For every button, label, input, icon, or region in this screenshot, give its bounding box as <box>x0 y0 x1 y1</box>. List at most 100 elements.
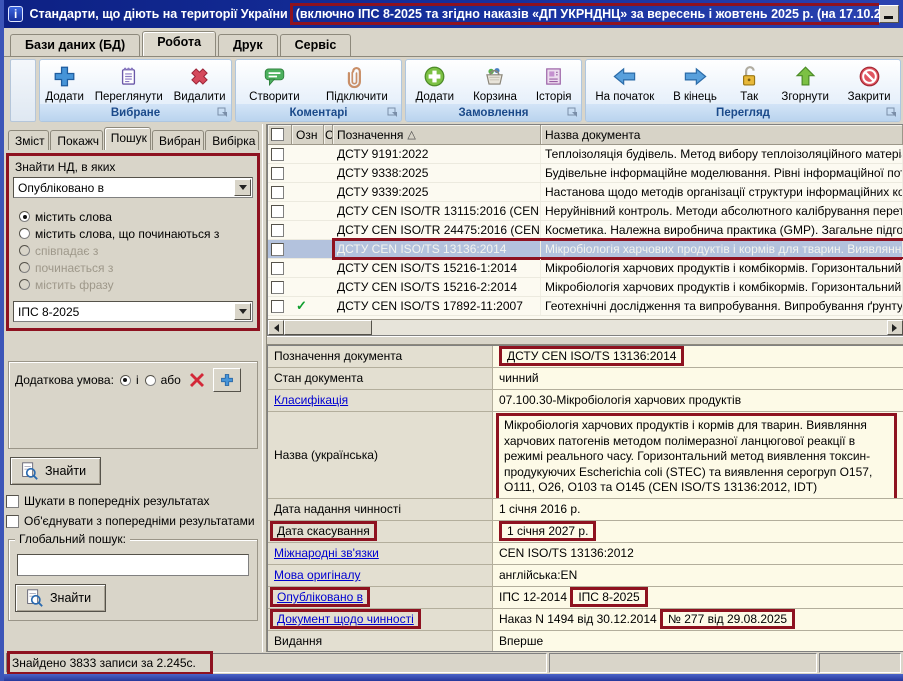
detail-value: ІПС 12-2014 ІПС 8-2025 <box>493 587 903 608</box>
radio-and[interactable]: і <box>120 372 139 389</box>
radio-label: містить слова <box>35 210 112 224</box>
delete-favorite-button[interactable]: Видалити <box>170 62 230 104</box>
scroll-left-icon[interactable] <box>268 320 284 335</box>
ribbon-group-favorites: Додати Переглянути Видалити Вибране <box>39 59 232 122</box>
table-row[interactable]: ✓ДСТУ CEN ISO/TS 17892-11:2007Геотехнічн… <box>268 297 903 316</box>
minimize-button[interactable] <box>879 5 899 23</box>
go-end-button[interactable]: В кінець <box>669 62 721 104</box>
scroll-right-icon[interactable] <box>887 320 903 335</box>
dialog-launcher-icon[interactable] <box>886 107 897 118</box>
header-code[interactable]: Позначення△ <box>333 125 541 144</box>
title-bar: і Стандарти, що діють на території Украї… <box>4 0 903 28</box>
row-checkbox[interactable] <box>268 221 292 239</box>
view-favorite-button[interactable]: Переглянути <box>91 62 167 104</box>
scrollbar-thumb[interactable] <box>284 320 372 335</box>
sidebar-tab-selected[interactable]: Вибран <box>152 130 204 150</box>
find-button[interactable]: Знайти <box>10 457 101 485</box>
button-label: Додати <box>415 91 454 103</box>
attach-comment-button[interactable]: Підключити <box>322 62 392 104</box>
tab-databases[interactable]: Бази даних (БД) <box>10 34 140 56</box>
dialog-launcher-icon[interactable] <box>567 107 578 118</box>
detail-value: 1 січня 2027 р. <box>493 521 903 542</box>
radio-icon <box>19 228 30 239</box>
header-mark[interactable]: Озн <box>292 125 324 144</box>
table-row-selected[interactable]: ДСТУ CEN ISO/TS 13136:2014Мікробіологія … <box>268 240 903 259</box>
checkbox-search-previous[interactable]: Шукати в попередніх результатах <box>6 491 260 511</box>
table-row[interactable]: ДСТУ 9338:2025Будівельне інформаційне мо… <box>268 164 903 183</box>
chevron-down-icon[interactable] <box>234 179 251 196</box>
row-checkbox[interactable] <box>268 183 292 201</box>
dialog-launcher-icon[interactable] <box>217 107 228 118</box>
checkbox-icon <box>271 148 284 161</box>
cell-name: Будівельне інформаційне моделювання. Рів… <box>541 164 903 182</box>
no-entry-icon <box>856 63 883 90</box>
checkbox-union-previous[interactable]: Об'єднувати з попередніми результатами <box>6 511 260 531</box>
validity-document-link[interactable]: Документ щодо чинності <box>277 612 414 626</box>
app-icon: і <box>8 6 23 22</box>
field-select[interactable]: Опубліковано в <box>13 177 253 198</box>
search-panel-annotation: Знайти НД, в яких Опубліковано в містить… <box>6 153 260 331</box>
table-row[interactable]: ДСТУ 9339:2025Настанова щодо методів орг… <box>268 183 903 202</box>
detail-value: Мікробіологія харчових продуктів і кормі… <box>493 412 903 498</box>
extra-condition-label: Додаткова умова: <box>15 373 114 387</box>
row-checkbox[interactable] <box>268 240 292 258</box>
menu-tab-bar: Бази даних (БД) Робота Друк Сервіс <box>4 28 903 56</box>
dialog-launcher-icon[interactable] <box>387 107 398 118</box>
button-label: Видалити <box>174 91 226 103</box>
checkbox-icon <box>6 495 19 508</box>
global-find-button[interactable]: Знайти <box>15 584 106 612</box>
horizontal-scrollbar[interactable] <box>268 319 903 335</box>
row-checkbox[interactable] <box>268 278 292 296</box>
add-order-button[interactable]: Додати <box>411 62 458 104</box>
collapse-button[interactable]: Згорнути <box>777 62 832 104</box>
add-favorite-button[interactable]: Додати <box>41 62 88 104</box>
search-document-icon <box>24 588 44 608</box>
table-row[interactable]: ДСТУ CEN ISO/TS 15216-1:2014Мікробіологі… <box>268 259 903 278</box>
basket-button[interactable]: Корзина <box>469 62 521 104</box>
global-search-input[interactable] <box>17 554 249 576</box>
go-start-button[interactable]: На початок <box>591 62 658 104</box>
radio-contains-words[interactable]: містить слова <box>19 208 253 225</box>
table-row[interactable]: ДСТУ CEN ISO/TR 13115:2016 (CENНеруйнівн… <box>268 202 903 221</box>
table-row[interactable]: ДСТУ CEN ISO/TR 24475:2016 (CENКосметика… <box>268 221 903 240</box>
header-extra[interactable]: С <box>324 125 333 144</box>
sidebar-tab-search[interactable]: Пошук <box>104 127 151 150</box>
create-comment-button[interactable]: Створити <box>245 62 303 104</box>
international-links-link[interactable]: Міжнародні зв'язки <box>274 546 379 560</box>
chevron-down-icon[interactable] <box>234 303 251 320</box>
history-button[interactable]: Історія <box>532 62 576 104</box>
radio-starts-with-words[interactable]: містить слова, що починаються з <box>19 225 253 242</box>
checkbox-icon <box>271 167 284 180</box>
yes-lock-button[interactable]: Так <box>732 62 767 104</box>
original-language-link[interactable]: Мова оригіналу <box>274 568 360 582</box>
cell-name: Мікробіологія харчових продуктів і кормі… <box>541 240 903 258</box>
row-checkbox[interactable] <box>268 202 292 220</box>
row-checkbox[interactable] <box>268 145 292 163</box>
header-name[interactable]: Назва документа <box>541 125 903 144</box>
published-in-link[interactable]: Опубліковано в <box>277 590 363 604</box>
radio-or[interactable]: або <box>145 372 181 389</box>
sidebar-tab-contents[interactable]: Зміст <box>8 130 49 150</box>
sidebar-tab-index[interactable]: Покажч <box>50 130 102 150</box>
tab-work[interactable]: Робота <box>142 31 216 56</box>
radio-label: містить слова, що починаються з <box>35 227 219 241</box>
row-checkbox[interactable] <box>268 297 292 315</box>
value-select[interactable]: ІПС 8-2025 <box>13 301 253 322</box>
detail-row: Дата скасування 1 січня 2027 р. <box>268 521 903 543</box>
table-row[interactable]: ДСТУ 9191:2022Теплоізоляція будівель. Ме… <box>268 145 903 164</box>
remove-condition-icon[interactable] <box>187 370 207 390</box>
checkbox-icon <box>271 224 284 237</box>
header-checkbox[interactable] <box>268 125 292 144</box>
row-checkbox[interactable] <box>268 259 292 277</box>
row-checkbox[interactable] <box>268 164 292 182</box>
classification-link[interactable]: Класифікація <box>274 393 348 407</box>
header-code-label: Позначення <box>337 128 403 142</box>
sidebar-tab-selection[interactable]: Вибірка <box>205 130 259 150</box>
table-row[interactable]: ДСТУ CEN ISO/TS 15216-2:2014Мікробіологі… <box>268 278 903 297</box>
tab-print[interactable]: Друк <box>218 34 278 56</box>
close-button[interactable]: Закрити <box>844 62 895 104</box>
add-condition-button[interactable] <box>213 368 241 392</box>
tab-service[interactable]: Сервіс <box>280 34 352 56</box>
horizontal-splitter[interactable] <box>267 336 903 345</box>
checkbox-icon <box>271 243 284 256</box>
